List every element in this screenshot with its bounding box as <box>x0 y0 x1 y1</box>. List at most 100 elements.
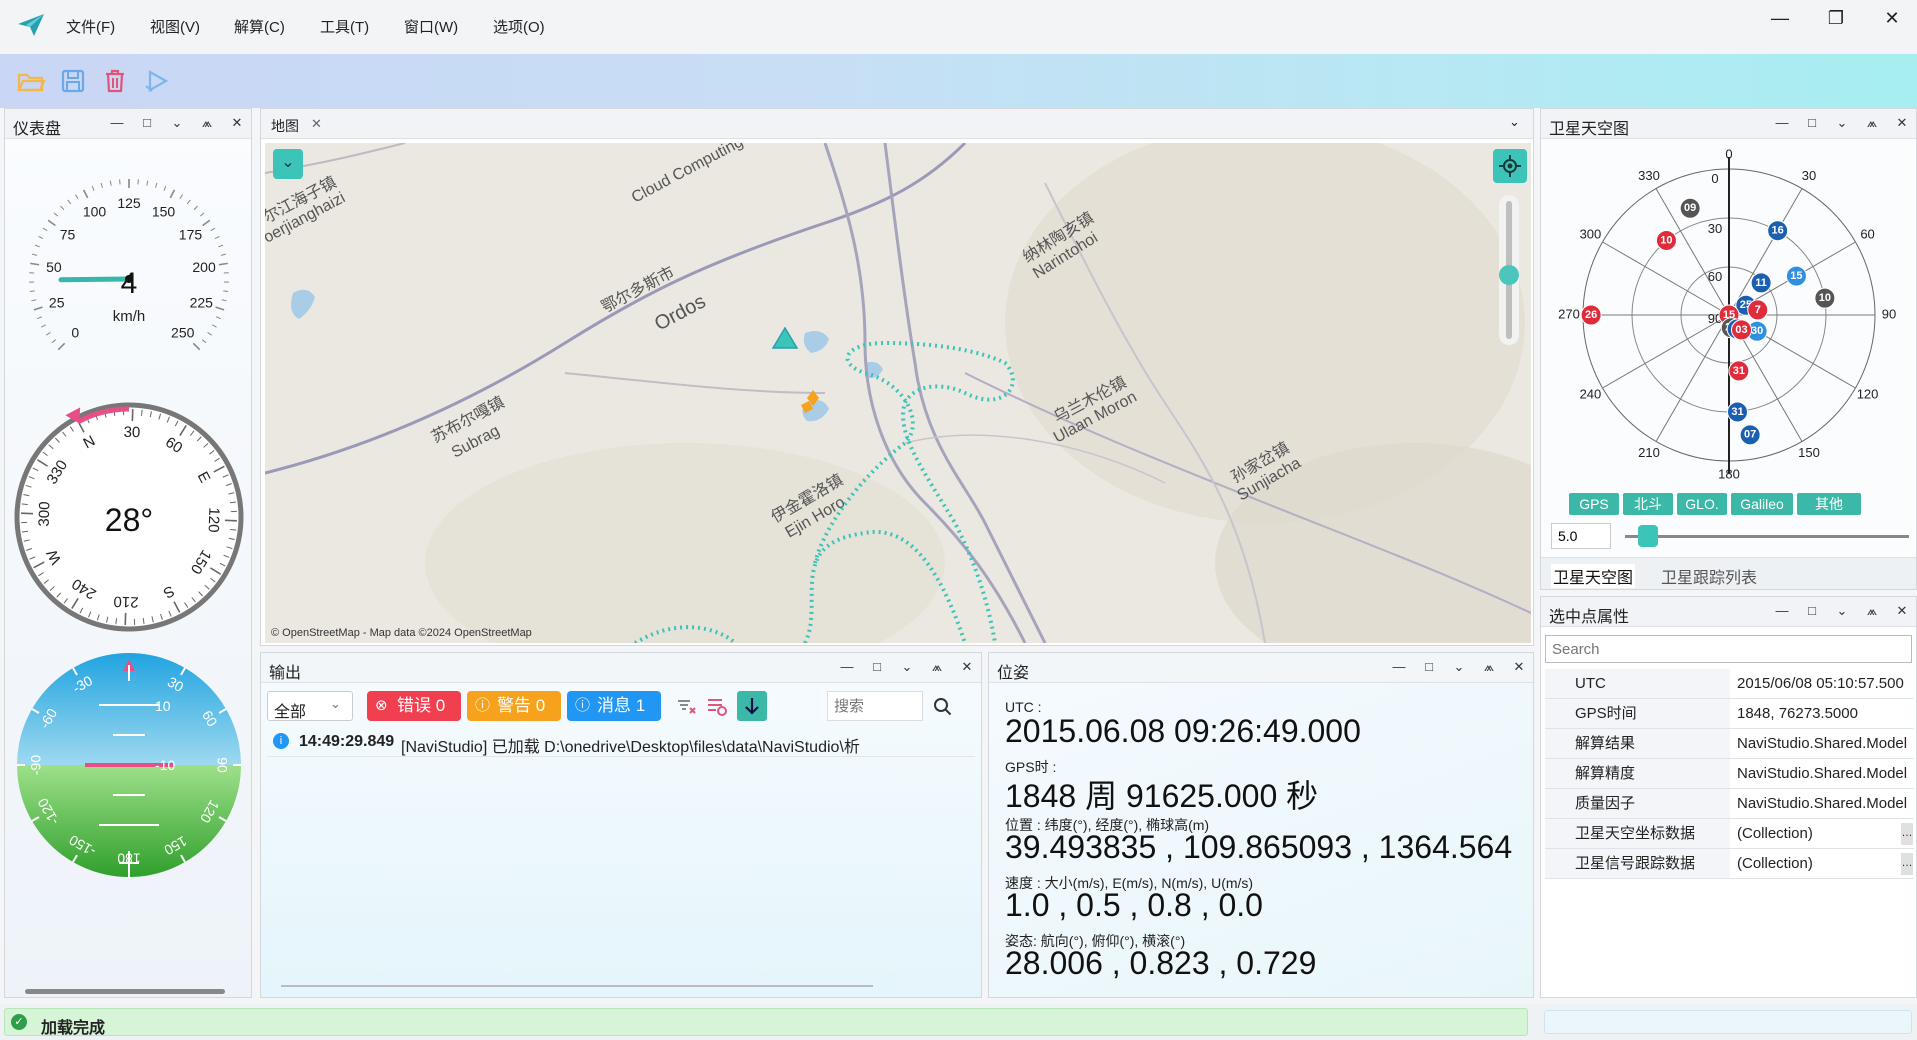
elevation-mask-slider[interactable] <box>1625 535 1909 538</box>
speedometer: 0 25 50 75 100 125 150175 200 225 250 4 km/h <box>29 179 229 351</box>
autoscroll-button[interactable] <box>737 691 767 721</box>
props-search-input[interactable] <box>1545 635 1912 663</box>
pin-icon[interactable]: ⩕ <box>199 115 215 133</box>
menu-file[interactable]: 文件(F) <box>66 16 115 37</box>
menu-tools[interactable]: 工具(T) <box>320 16 369 37</box>
dashboard-scrollbar[interactable] <box>25 989 225 994</box>
property-row[interactable]: >GPS时间1848, 76273.5000 <box>1545 699 1914 729</box>
pin-icon[interactable]: ⩕ <box>929 659 945 677</box>
minimize-icon[interactable]: — <box>1391 659 1407 677</box>
roll-label: -90 <box>28 755 44 775</box>
chevron-down-icon[interactable]: ⌄ <box>1509 114 1520 130</box>
log-row[interactable]: i 14:49:29.849 [NaviStudio] 已加载 D:\onedr… <box>267 727 975 757</box>
warning-count: 警告 0 <box>497 696 546 715</box>
save-icon[interactable] <box>58 66 88 96</box>
filter-galileo-button[interactable]: Galileo <box>1731 493 1793 515</box>
chevron-down-icon[interactable]: ⌄ <box>1834 603 1850 621</box>
property-row[interactable]: >解算精度NaviStudio.Shared.Model <box>1545 759 1914 789</box>
output-panel: 输出 — □ ⌄ ⩕ ✕ 全部 ⌄ ⊗ 错误 0 ⓘ 警告 0 ⓘ 消息 1 搜… <box>260 652 982 998</box>
property-key: UTC <box>1545 669 1730 698</box>
close-icon[interactable]: ✕ <box>1894 603 1910 621</box>
open-folder-icon[interactable] <box>16 66 46 96</box>
minimize-icon[interactable]: — <box>1774 603 1790 621</box>
property-value: (Collection) <box>1737 825 1813 842</box>
satellite-id: 15 <box>1790 270 1802 282</box>
zoom-thumb[interactable] <box>1499 265 1519 285</box>
minimize-button[interactable]: — <box>1760 8 1800 32</box>
maximize-icon[interactable]: □ <box>869 659 885 677</box>
azimuth-label: 300 <box>1580 226 1602 241</box>
maximize-icon[interactable]: □ <box>1804 115 1820 133</box>
delete-icon[interactable] <box>100 66 130 96</box>
property-row[interactable]: >解算结果NaviStudio.Shared.Model <box>1545 729 1914 759</box>
pin-icon[interactable]: ⩕ <box>1864 115 1880 133</box>
message-filter-button[interactable]: ⓘ 消息 1 <box>567 691 661 721</box>
maximize-icon[interactable]: □ <box>1421 659 1437 677</box>
collection-editor-button[interactable]: … <box>1901 823 1913 845</box>
pose-title: 位姿 <box>997 665 1030 682</box>
filter-gps-button[interactable]: GPS <box>1569 493 1619 515</box>
map-view[interactable]: 鄂尔多斯市 Ordos 纳林陶亥镇 Narintohoi 苏布尔嘎镇 Subra… <box>265 143 1531 643</box>
minimize-icon[interactable]: — <box>839 659 855 677</box>
property-row[interactable]: UTC 2015/06/08 05:10:57.500 <box>1545 669 1914 699</box>
warning-filter-button[interactable]: ⓘ 警告 0 <box>467 691 561 721</box>
close-icon[interactable]: ✕ <box>311 116 322 132</box>
azimuth-label: 0 <box>1725 146 1732 161</box>
menu-view[interactable]: 视图(V) <box>150 16 200 37</box>
chevron-down-icon[interactable]: ⌄ <box>1451 659 1467 677</box>
menu-window[interactable]: 窗口(W) <box>404 16 458 37</box>
property-row[interactable]: >质量因子NaviStudio.Shared.Model <box>1545 789 1914 819</box>
tab-tracking-list[interactable]: 卫星跟踪列表 <box>1661 564 1757 588</box>
tab-map[interactable]: 地图 <box>271 116 299 136</box>
sky-plot[interactable]: 0306090120150180210240270300330 0 30 60 … <box>1545 143 1913 489</box>
zoom-slider[interactable] <box>1499 195 1519 345</box>
filter-other-button[interactable]: 其他 <box>1797 493 1861 515</box>
chevron-down-icon[interactable]: ⌄ <box>899 659 915 677</box>
maximize-button[interactable]: ❐ <box>1816 8 1856 32</box>
maximize-icon[interactable]: □ <box>1804 603 1820 621</box>
property-value: NaviStudio.Shared.Model <box>1737 735 1908 752</box>
speed-value: 4 <box>121 267 138 300</box>
log-scrollbar[interactable] <box>281 985 873 987</box>
filter-beidou-button[interactable]: 北斗 <box>1623 493 1673 515</box>
close-icon[interactable]: ✕ <box>1894 115 1910 133</box>
close-icon[interactable]: ✕ <box>229 115 245 133</box>
satellite-id: 10 <box>1819 292 1831 304</box>
elev-label-0: 0 <box>1711 171 1718 186</box>
minimize-icon[interactable]: — <box>1774 115 1790 133</box>
pin-icon[interactable]: ⩕ <box>1864 603 1880 621</box>
map-layer-dropdown-button[interactable]: ⌄ <box>273 149 303 179</box>
tab-sky-plot[interactable]: 卫星天空图 <box>1551 564 1636 588</box>
chevron-down-icon[interactable]: ⌄ <box>169 115 185 133</box>
search-icon[interactable] <box>933 697 953 717</box>
log-search-input[interactable] <box>827 691 923 721</box>
roll-label: 180 <box>117 850 141 866</box>
close-window-button[interactable]: ✕ <box>1872 8 1912 32</box>
filter-glonass-button[interactable]: GLO. <box>1677 493 1727 515</box>
play-icon[interactable] <box>142 66 172 96</box>
azimuth-label: 60 <box>1860 226 1874 241</box>
locate-button[interactable] <box>1493 149 1527 183</box>
minimize-icon[interactable]: — <box>109 115 125 133</box>
satellite-id: 07 <box>1744 429 1756 441</box>
menu-options[interactable]: 选项(O) <box>493 16 545 37</box>
pin-icon[interactable]: ⩕ <box>1481 659 1497 677</box>
filter-select[interactable]: 全部 ⌄ <box>267 691 353 721</box>
maximize-icon[interactable]: □ <box>139 115 155 133</box>
error-filter-button[interactable]: ⊗ 错误 0 <box>367 691 461 721</box>
menu-bar: 文件(F) 视图(V) 解算(C) 工具(T) 窗口(W) 选项(O) — ❐ … <box>0 0 1917 54</box>
chevron-down-icon[interactable]: ⌄ <box>1834 115 1850 133</box>
elevation-mask-input[interactable] <box>1551 523 1611 549</box>
property-row[interactable]: 卫星信号跟踪数据 (Collection)… <box>1545 849 1914 879</box>
property-value: 1848, 76273.5000 <box>1737 705 1858 722</box>
elevation-mask-thumb[interactable] <box>1638 525 1659 547</box>
close-icon[interactable]: ✕ <box>959 659 975 677</box>
close-icon[interactable]: ✕ <box>1511 659 1527 677</box>
collection-editor-button[interactable]: … <box>1901 853 1913 875</box>
property-value: (Collection) <box>1737 855 1813 872</box>
clear-filter-icon[interactable] <box>675 695 697 717</box>
property-row[interactable]: 卫星天空坐标数据 (Collection)… <box>1545 819 1914 849</box>
clear-log-icon[interactable] <box>705 695 727 717</box>
menu-solve[interactable]: 解算(C) <box>234 16 285 37</box>
map-canvas[interactable]: 鄂尔多斯市 Ordos 纳林陶亥镇 Narintohoi 苏布尔嘎镇 Subra… <box>265 143 1531 643</box>
